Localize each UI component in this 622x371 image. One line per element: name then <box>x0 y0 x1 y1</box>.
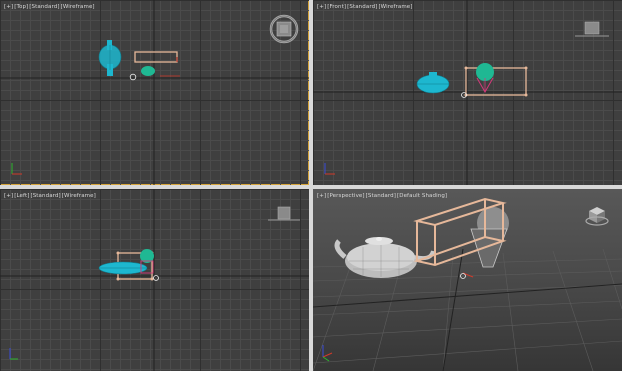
front-scene <box>313 0 622 185</box>
viewcube-icon <box>575 21 609 37</box>
sphere-object <box>141 66 155 76</box>
viewport-divider-vertical[interactable] <box>309 0 313 371</box>
axis-tripod-icon <box>9 348 18 360</box>
viewcube-icon <box>269 14 299 44</box>
viewcube-icon <box>268 206 300 221</box>
teapot-object <box>416 72 450 94</box>
axis-tripod-icon <box>324 163 335 175</box>
viewport-top[interactable]: [+][Top][Standard][Wireframe] <box>0 0 309 185</box>
top-scene <box>0 0 309 185</box>
viewport-layout: [+][Top][Standard][Wireframe] [+][Front]… <box>0 0 622 371</box>
teapot-object <box>334 237 435 278</box>
perspective-scene <box>313 197 622 371</box>
viewport-front[interactable]: [+][Front][Standard][Wireframe] <box>313 0 622 185</box>
axis-tripod-icon <box>11 163 22 175</box>
left-scene <box>0 189 309 371</box>
sphere-object <box>476 63 494 94</box>
teapot-object <box>98 261 148 275</box>
teapot-object <box>98 40 122 76</box>
pivot-marker-icon <box>129 73 137 81</box>
cone-object <box>470 228 508 268</box>
gizmo-cube-icon <box>585 207 609 226</box>
box-object <box>134 51 178 63</box>
viewport-left[interactable]: [+][Left][Standard][Wireframe] <box>0 189 309 371</box>
axis-tripod-icon <box>322 345 333 362</box>
viewport-perspective[interactable]: [+][Perspective][Standard][Default Shadi… <box>313 189 622 371</box>
